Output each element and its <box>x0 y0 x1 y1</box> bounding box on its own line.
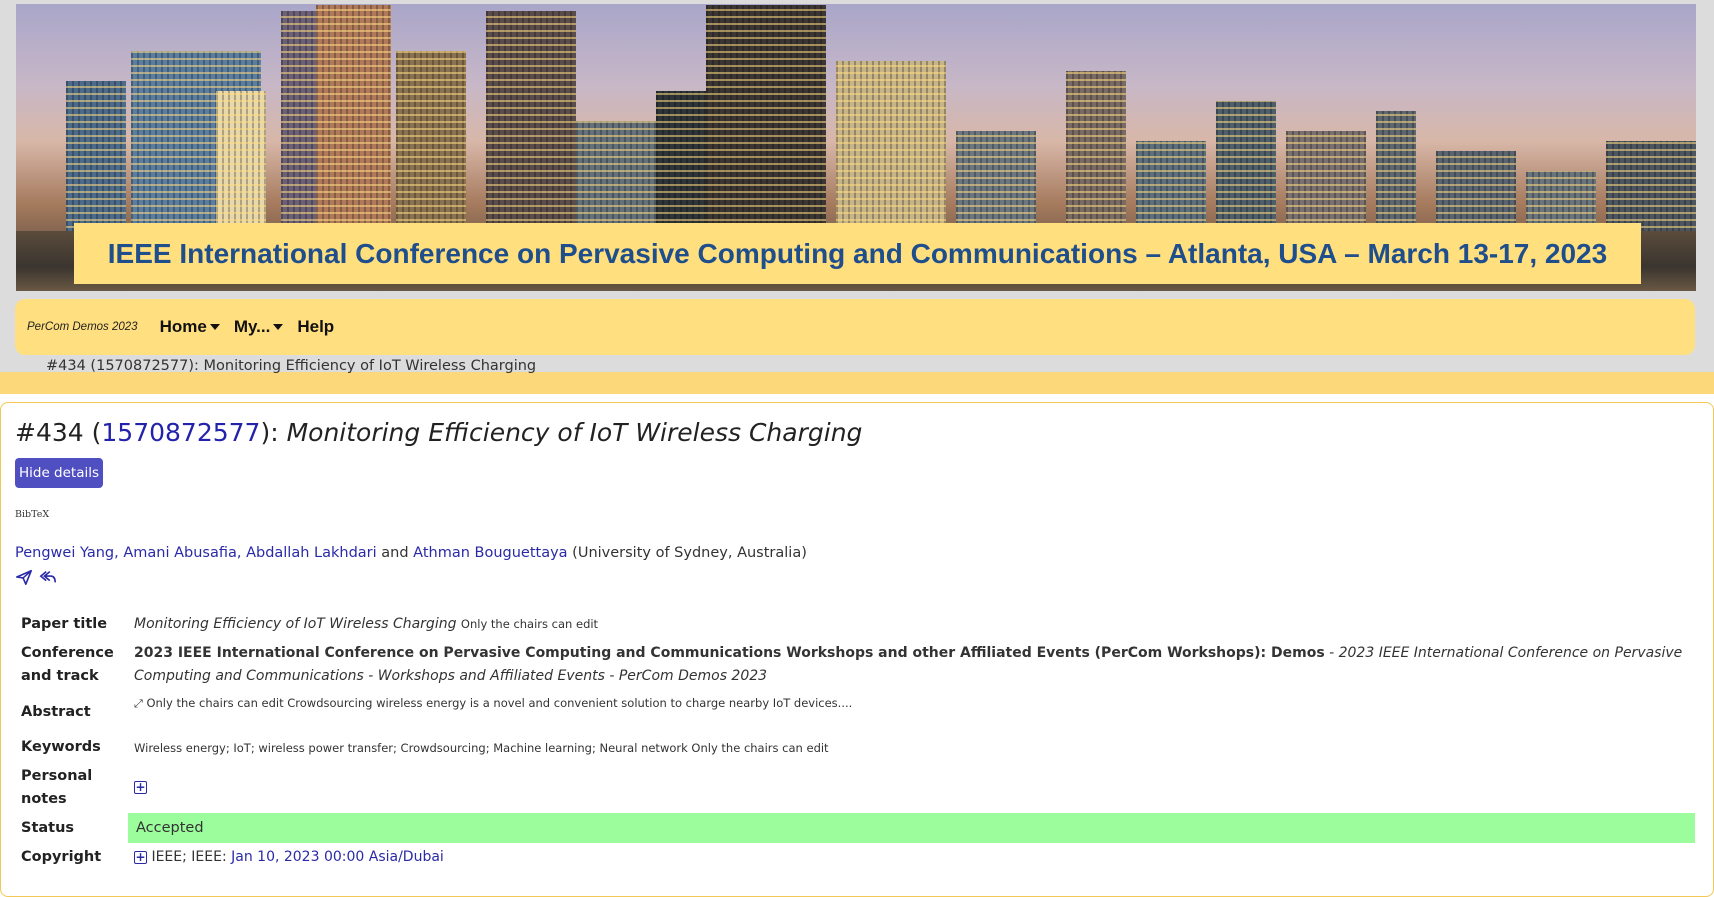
nav-home-label: Home <box>159 317 207 336</box>
paper-title-label: Paper title <box>21 616 108 632</box>
author-links[interactable]: Pengwei Yang, Amani Abusafia, Abdallah L… <box>15 545 377 561</box>
reply-all-icon[interactable] <box>39 568 57 586</box>
send-icon[interactable] <box>15 568 33 586</box>
expand-icon[interactable]: ⤢ <box>134 697 143 710</box>
abstract-value-cell: ⤢ Only the chairs can edit Crowdsourcing… <box>128 688 1695 732</box>
hide-details-button[interactable]: Hide details <box>15 458 103 488</box>
conference-name: 2023 IEEE International Conference on Pe… <box>134 645 1325 661</box>
copyright-value-cell: + IEEE; IEEE: Jan 10, 2023 00:00 Asia/Du… <box>128 843 1695 869</box>
nav-my-label: My... <box>233 317 271 336</box>
bibtex-link[interactable]: BibTeX <box>15 509 49 520</box>
keywords-value: Wireless energy; IoT; wireless power tra… <box>134 741 829 755</box>
abstract-value: Only the chairs can edit Crowdsourcing w… <box>146 696 853 710</box>
page-title: #434 (1570872577): Monitoring Efficiency… <box>15 418 863 447</box>
nav-home-menu[interactable]: Home <box>160 317 220 337</box>
status-label: Status <box>21 820 75 836</box>
detail-row-copyright: Copyright + IEEE; IEEE: Jan 10, 2023 00:… <box>15 843 1695 869</box>
detail-row-status: Status Accepted <box>15 813 1695 843</box>
author-and: and <box>381 545 409 561</box>
status-accepted: Accepted <box>128 813 1695 843</box>
nav-help-link[interactable]: Help <box>297 317 334 337</box>
paper-title-heading: Monitoring Efficiency of IoT Wireless Ch… <box>286 418 863 447</box>
paper-number: #434 <box>15 418 84 447</box>
paper-title-value-cell: Monitoring Efficiency of IoT Wireless Ch… <box>128 609 1695 639</box>
paper-details-table: Paper title Monitoring Efficiency of IoT… <box>15 609 1695 869</box>
copyright-text: IEEE; IEEE: <box>151 849 227 865</box>
author-affiliation: (University of Sydney, Australia) <box>572 545 807 561</box>
add-note-icon[interactable]: + <box>134 780 147 794</box>
detail-row-abstract: Abstract ⤢ Only the chairs can edit Crow… <box>15 688 1695 732</box>
copyright-label: Copyright <box>21 849 102 865</box>
conference-banner: IEEE International Conference on Pervasi… <box>16 4 1696 291</box>
nav-brand[interactable]: PerCom Demos 2023 <box>27 321 138 333</box>
detail-row-notes: Personal notes + <box>15 763 1695 813</box>
paper-title-value: Monitoring Efficiency of IoT Wireless Ch… <box>134 616 457 632</box>
detail-row-keywords: Keywords Wireless energy; IoT; wireless … <box>15 732 1695 763</box>
main-navbar: PerCom Demos 2023 Home My... Help <box>15 299 1695 355</box>
author-list: Pengwei Yang, Amani Abusafia, Abdallah L… <box>15 545 807 561</box>
header-divider <box>0 372 1714 394</box>
notes-value-cell: + <box>128 763 1695 813</box>
copyright-date-link[interactable]: Jan 10, 2023 00:00 Asia/Dubai <box>231 849 444 865</box>
expand-copyright-icon[interactable]: + <box>134 850 147 864</box>
conference-label: Conference and track <box>21 645 114 684</box>
notes-label: Personal notes <box>21 768 93 807</box>
chairs-only-note: Only the chairs can edit <box>460 617 599 631</box>
banner-title: IEEE International Conference on Pervasi… <box>107 237 1608 269</box>
chevron-down-icon <box>273 324 284 330</box>
nav-help-label: Help <box>297 317 335 336</box>
paper-id-link[interactable]: 1570872577 <box>101 418 260 447</box>
detail-row-paper-title: Paper title Monitoring Efficiency of IoT… <box>15 609 1695 639</box>
chevron-down-icon <box>209 324 220 330</box>
detail-row-conference: Conference and track 2023 IEEE Internati… <box>15 639 1695 688</box>
author-actions <box>15 568 57 586</box>
conference-value-cell: 2023 IEEE International Conference on Pe… <box>128 639 1695 688</box>
author-link-last[interactable]: Athman Bouguettaya <box>413 545 567 561</box>
abstract-label: Abstract <box>21 704 91 720</box>
nav-my-menu[interactable]: My... <box>234 317 284 337</box>
banner-title-box: IEEE International Conference on Pervasi… <box>74 223 1641 284</box>
breadcrumb: #434 (1570872577): Monitoring Efficiency… <box>46 358 537 374</box>
keywords-label: Keywords <box>21 739 101 755</box>
